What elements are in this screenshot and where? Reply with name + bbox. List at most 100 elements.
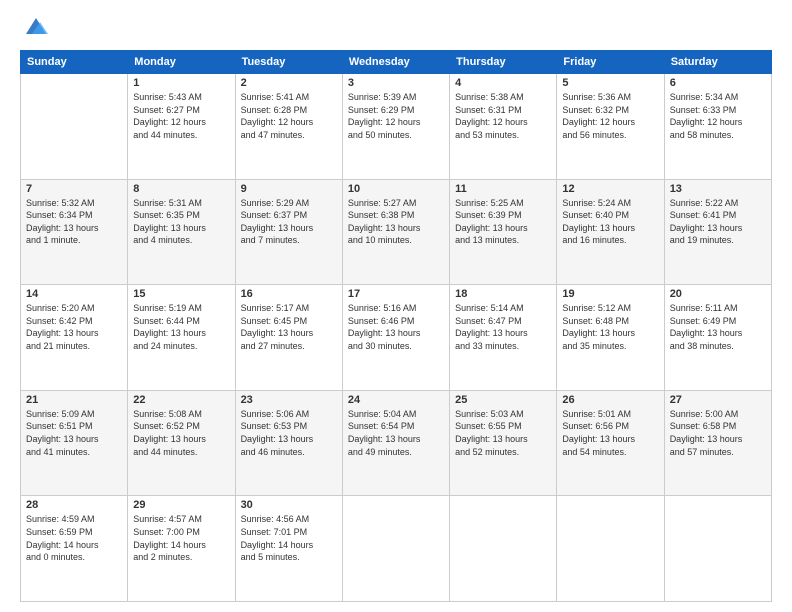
day-number: 18 [455,288,551,300]
day-info: Sunrise: 5:32 AM Sunset: 6:34 PM Dayligh… [26,197,122,247]
calendar-cell: 26 Sunrise: 5:01 AM Sunset: 6:56 PM Dayli… [557,390,664,496]
calendar-week-row: 7 Sunrise: 5:32 AM Sunset: 6:34 PM Daylig… [21,179,772,285]
day-info: Sunrise: 5:06 AM Sunset: 6:53 PM Dayligh… [241,408,337,458]
day-number: 3 [348,77,444,89]
day-info: Sunrise: 5:34 AM Sunset: 6:33 PM Dayligh… [670,91,766,141]
day-info: Sunrise: 5:08 AM Sunset: 6:52 PM Dayligh… [133,408,229,458]
day-number: 21 [26,394,122,406]
day-info: Sunrise: 5:27 AM Sunset: 6:38 PM Dayligh… [348,197,444,247]
day-number: 10 [348,183,444,195]
day-number: 28 [26,499,122,511]
day-info: Sunrise: 4:57 AM Sunset: 7:00 PM Dayligh… [133,513,229,563]
calendar-cell: 24 Sunrise: 5:04 AM Sunset: 6:54 PM Dayli… [342,390,449,496]
day-number: 26 [562,394,658,406]
day-number: 4 [455,77,551,89]
calendar-table: SundayMondayTuesdayWednesdayThursdayFrid… [20,50,772,602]
day-info: Sunrise: 5:00 AM Sunset: 6:58 PM Dayligh… [670,408,766,458]
calendar-cell: 28 Sunrise: 4:59 AM Sunset: 6:59 PM Dayli… [21,496,128,602]
calendar-cell: 16Sunrise: 5:17 AM Sunset: 6:45 PM Dayli… [235,285,342,391]
calendar-week-row: 21 Sunrise: 5:09 AM Sunset: 6:51 PM Dayli… [21,390,772,496]
calendar-week-row: 14 Sunrise: 5:20 AM Sunset: 6:42 PM Dayli… [21,285,772,391]
header [20,16,772,40]
calendar-cell: 30 Sunrise: 4:56 AM Sunset: 7:01 PM Dayli… [235,496,342,602]
day-number: 6 [670,77,766,89]
calendar-day-header: Sunday [21,51,128,74]
calendar-cell: 1 Sunrise: 5:43 AM Sunset: 6:27 PM Daylig… [128,74,235,180]
day-info: Sunrise: 5:09 AM Sunset: 6:51 PM Dayligh… [26,408,122,458]
day-info: Sunrise: 5:01 AM Sunset: 6:56 PM Dayligh… [562,408,658,458]
day-info: Sunrise: 5:39 AM Sunset: 6:29 PM Dayligh… [348,91,444,141]
day-number: 22 [133,394,229,406]
calendar-cell: 18 Sunrise: 5:14 AM Sunset: 6:47 PM Dayli… [450,285,557,391]
calendar-cell: 20 Sunrise: 5:11 AM Sunset: 6:49 PM Dayli… [664,285,771,391]
day-number: 7 [26,183,122,195]
day-number: 14 [26,288,122,300]
calendar-day-header: Wednesday [342,51,449,74]
calendar-day-header: Monday [128,51,235,74]
calendar-cell: 6 Sunrise: 5:34 AM Sunset: 6:33 PM Daylig… [664,74,771,180]
day-info: Sunrise: 5:22 AM Sunset: 6:41 PM Dayligh… [670,197,766,247]
calendar-cell: 10 Sunrise: 5:27 AM Sunset: 6:38 PM Dayli… [342,179,449,285]
calendar-cell: 5 Sunrise: 5:36 AM Sunset: 6:32 PM Daylig… [557,74,664,180]
day-number: 9 [241,183,337,195]
calendar-cell: 17 Sunrise: 5:16 AM Sunset: 6:46 PM Dayli… [342,285,449,391]
calendar-cell: 4 Sunrise: 5:38 AM Sunset: 6:31 PM Daylig… [450,74,557,180]
day-number: 30 [241,499,337,511]
calendar-cell: 21 Sunrise: 5:09 AM Sunset: 6:51 PM Dayli… [21,390,128,496]
day-info: Sunrise: 4:56 AM Sunset: 7:01 PM Dayligh… [241,513,337,563]
day-info: Sunrise: 5:24 AM Sunset: 6:40 PM Dayligh… [562,197,658,247]
day-info: Sunrise: 5:12 AM Sunset: 6:48 PM Dayligh… [562,302,658,352]
calendar-day-header: Saturday [664,51,771,74]
calendar-cell [664,496,771,602]
day-info: Sunrise: 5:03 AM Sunset: 6:55 PM Dayligh… [455,408,551,458]
day-number: 17 [348,288,444,300]
day-number: 27 [670,394,766,406]
page: SundayMondayTuesdayWednesdayThursdayFrid… [0,0,792,612]
day-number: 5 [562,77,658,89]
calendar-day-header: Thursday [450,51,557,74]
day-info: Sunrise: 5:29 AM Sunset: 6:37 PM Dayligh… [241,197,337,247]
day-info: Sunrise: 5:36 AM Sunset: 6:32 PM Dayligh… [562,91,658,141]
calendar-week-row: 28 Sunrise: 4:59 AM Sunset: 6:59 PM Dayli… [21,496,772,602]
day-info: Sunrise: 5:04 AM Sunset: 6:54 PM Dayligh… [348,408,444,458]
day-info: Sunrise: 5:31 AM Sunset: 6:35 PM Dayligh… [133,197,229,247]
day-info: Sunrise: 5:16 AM Sunset: 6:46 PM Dayligh… [348,302,444,352]
day-number: 1 [133,77,229,89]
calendar-cell [450,496,557,602]
calendar-cell: 2Sunrise: 5:41 AM Sunset: 6:28 PM Daylig… [235,74,342,180]
day-number: 15 [133,288,229,300]
calendar-cell: 13Sunrise: 5:22 AM Sunset: 6:41 PM Dayli… [664,179,771,285]
calendar-header-row: SundayMondayTuesdayWednesdayThursdayFrid… [21,51,772,74]
day-number: 8 [133,183,229,195]
day-number: 16 [241,288,337,300]
calendar-cell [557,496,664,602]
calendar-week-row: 1 Sunrise: 5:43 AM Sunset: 6:27 PM Daylig… [21,74,772,180]
calendar-cell: 23 Sunrise: 5:06 AM Sunset: 6:53 PM Dayli… [235,390,342,496]
day-info: Sunrise: 5:38 AM Sunset: 6:31 PM Dayligh… [455,91,551,141]
calendar-cell: 11 Sunrise: 5:25 AM Sunset: 6:39 PM Dayli… [450,179,557,285]
calendar-cell: 12Sunrise: 5:24 AM Sunset: 6:40 PM Dayli… [557,179,664,285]
calendar-cell [342,496,449,602]
day-info: Sunrise: 5:14 AM Sunset: 6:47 PM Dayligh… [455,302,551,352]
day-number: 19 [562,288,658,300]
calendar-cell: 15 Sunrise: 5:19 AM Sunset: 6:44 PM Dayli… [128,285,235,391]
day-number: 2 [241,77,337,89]
calendar-cell [21,74,128,180]
day-info: Sunrise: 5:43 AM Sunset: 6:27 PM Dayligh… [133,91,229,141]
calendar-day-header: Friday [557,51,664,74]
calendar-day-header: Tuesday [235,51,342,74]
day-info: Sunrise: 4:59 AM Sunset: 6:59 PM Dayligh… [26,513,122,563]
calendar-cell: 9 Sunrise: 5:29 AM Sunset: 6:37 PM Daylig… [235,179,342,285]
day-number: 29 [133,499,229,511]
day-info: Sunrise: 5:20 AM Sunset: 6:42 PM Dayligh… [26,302,122,352]
day-info: Sunrise: 5:25 AM Sunset: 6:39 PM Dayligh… [455,197,551,247]
day-number: 11 [455,183,551,195]
calendar-cell: 25Sunrise: 5:03 AM Sunset: 6:55 PM Dayli… [450,390,557,496]
day-number: 20 [670,288,766,300]
logo [20,16,50,40]
day-info: Sunrise: 5:19 AM Sunset: 6:44 PM Dayligh… [133,302,229,352]
calendar-cell: 22 Sunrise: 5:08 AM Sunset: 6:52 PM Dayli… [128,390,235,496]
day-number: 24 [348,394,444,406]
day-number: 23 [241,394,337,406]
day-info: Sunrise: 5:11 AM Sunset: 6:49 PM Dayligh… [670,302,766,352]
